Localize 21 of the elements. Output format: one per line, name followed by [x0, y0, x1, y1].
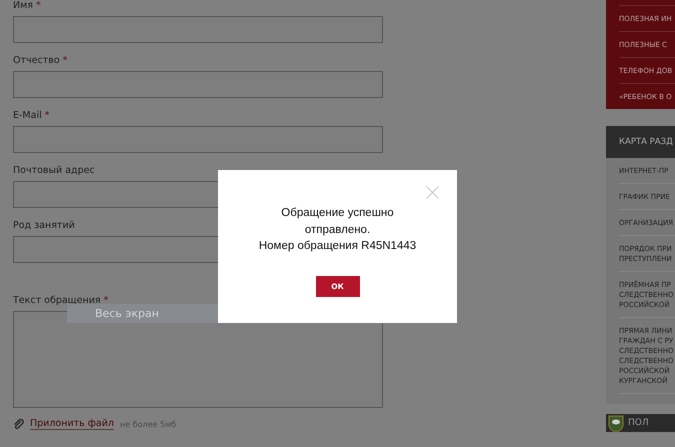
section-map-header: КАРТА РАЗД	[606, 126, 675, 158]
field-label: Имя	[13, 0, 33, 11]
paperclip-icon	[13, 418, 24, 430]
field-label: Отчество	[13, 55, 60, 66]
emblem-icon	[608, 414, 624, 432]
field-label: Почтовый адрес	[13, 165, 95, 176]
input-field[interactable]	[13, 16, 383, 43]
field-label: Род занятий	[13, 220, 75, 231]
required-mark: *	[44, 110, 50, 121]
field-label: E-Mail	[13, 110, 42, 121]
required-mark: *	[36, 0, 41, 11]
required-mark: *	[62, 55, 68, 66]
field-label: Текст обращения	[13, 295, 101, 306]
input-field[interactable]	[13, 71, 383, 98]
banner[interactable]: ПОЛ	[606, 414, 675, 432]
required-mark: *	[104, 295, 108, 306]
dialog-message: Обращение успешно отправлено. Номер обращения R45N1443	[258, 206, 416, 254]
banner-text: ПОЛ	[628, 418, 649, 428]
close-icon[interactable]	[426, 186, 439, 199]
input-field[interactable]	[13, 126, 383, 153]
attach-file-link[interactable]: Прилонить файл	[30, 418, 114, 430]
